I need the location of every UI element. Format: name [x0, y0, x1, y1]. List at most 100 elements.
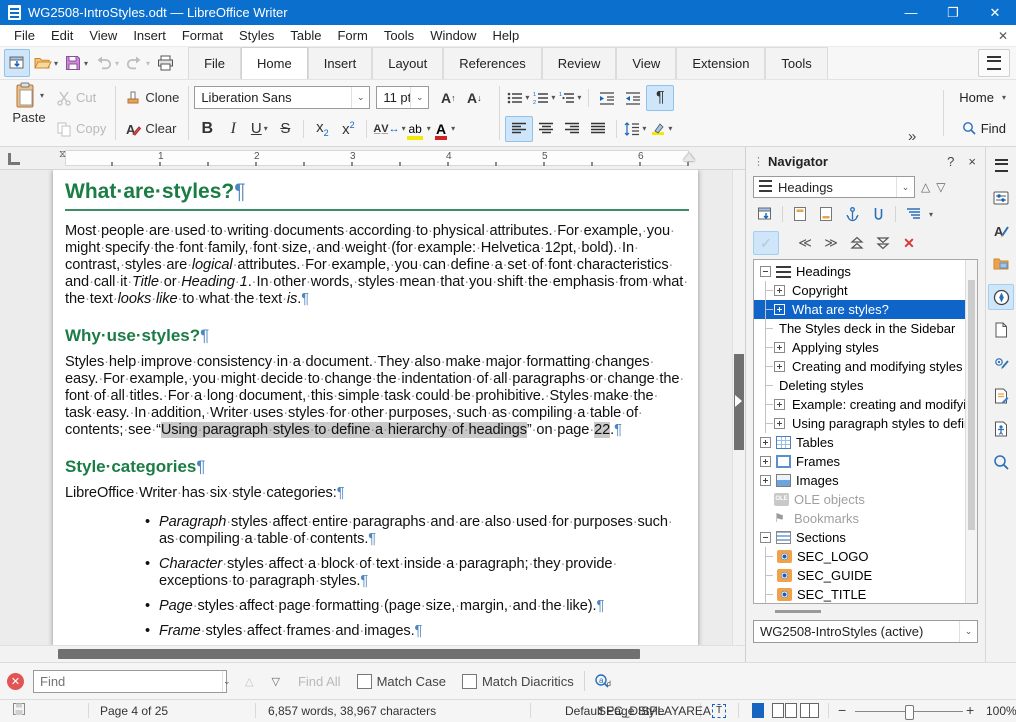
tree-scrollbar[interactable] — [965, 260, 977, 603]
tree-item-images[interactable]: Images — [754, 471, 965, 490]
tab-review[interactable]: Review — [542, 47, 617, 79]
match-diacritics-checkbox[interactable] — [462, 674, 477, 689]
sidebar-menu-icon[interactable] — [988, 152, 1014, 178]
tab-extension[interactable]: Extension — [676, 47, 765, 79]
header-icon[interactable] — [788, 203, 812, 225]
unordered-list-icon[interactable]: ▾ — [505, 86, 531, 110]
toggle-master-view-icon[interactable] — [753, 203, 777, 225]
gallery-icon[interactable] — [988, 251, 1014, 277]
horizontal-scrollbar-thumb[interactable] — [58, 649, 640, 659]
tree-item-sec-title[interactable]: SEC_TITLE — [754, 585, 965, 604]
open-icon[interactable]: ▾ — [30, 50, 61, 76]
expand-icon[interactable] — [774, 304, 785, 315]
highlight-color-icon[interactable]: ab▾ — [407, 117, 433, 141]
navigator-help-icon[interactable]: ? — [947, 154, 954, 169]
menu-format[interactable]: Format — [174, 26, 231, 45]
expand-icon[interactable] — [774, 418, 785, 429]
expand-icon[interactable] — [760, 456, 771, 467]
undo-icon[interactable]: ▾ — [91, 50, 122, 76]
tree-item-sec-guide[interactable]: SEC_GUIDE — [754, 566, 965, 585]
tree-item-example-creating-and-modifying-styles[interactable]: Example: creating and modifying styles — [754, 395, 965, 414]
menu-tools[interactable]: Tools — [376, 26, 422, 45]
document-modified-icon[interactable] — [12, 702, 26, 716]
paste-button[interactable]: ▾ Paste — [6, 82, 52, 144]
menu-form[interactable]: Form — [329, 26, 375, 45]
navigator-close-icon[interactable]: × — [968, 154, 976, 169]
find-text-field[interactable] — [34, 674, 222, 689]
find-and-replace-icon[interactable]: ad — [593, 672, 613, 690]
tab-view[interactable]: View — [616, 47, 676, 79]
move-heading-up-icon[interactable] — [845, 232, 869, 254]
vertical-scrollbar[interactable] — [732, 170, 745, 645]
multi-page-view-icon[interactable] — [772, 703, 797, 718]
menu-edit[interactable]: Edit — [43, 26, 81, 45]
manage-changes-icon[interactable] — [988, 383, 1014, 409]
menu-insert[interactable]: Insert — [125, 26, 174, 45]
align-left-icon[interactable] — [505, 116, 533, 142]
font-color-icon[interactable]: A▾ — [433, 117, 459, 141]
shrink-font-icon[interactable]: A↓ — [461, 86, 487, 110]
zoom-level-status[interactable]: 100% — [986, 704, 1016, 718]
navigate-by-combobox[interactable]: Headings⌄ — [753, 176, 915, 198]
vertical-scrollbar-thumb[interactable] — [734, 354, 744, 450]
tree-item-creating-and-modifying-styles[interactable]: Creating and modifying styles — [754, 357, 965, 376]
find-previous-icon[interactable]: △ — [245, 675, 253, 688]
font-name-combobox[interactable]: Liberation Sans⌄ — [194, 86, 370, 109]
formatting-marks-icon[interactable]: ¶ — [646, 85, 674, 111]
collapse-icon[interactable] — [760, 532, 771, 543]
sidebar-show-arrow-icon[interactable] — [735, 395, 742, 407]
menu-file[interactable]: File — [6, 26, 43, 45]
find-icon[interactable] — [988, 449, 1014, 475]
style-inspector-icon[interactable] — [988, 350, 1014, 376]
find-input[interactable]: ⌄ — [33, 670, 227, 693]
heading-levels-icon[interactable] — [901, 203, 925, 225]
clone-formatting-button[interactable]: Clone — [121, 88, 183, 108]
tab-insert[interactable]: Insert — [308, 47, 373, 79]
find-all-button[interactable]: Find All — [298, 674, 341, 689]
delete-heading-icon[interactable]: ✕ — [897, 232, 921, 254]
find-toolbar-toggle[interactable]: Find — [962, 121, 1006, 136]
document-area[interactable]: What·​are·​styles?¶Most·​people·​are·​us… — [0, 170, 745, 645]
font-size-combobox[interactable]: 11 pt⌄ — [376, 86, 429, 109]
expand-icon[interactable] — [774, 399, 785, 410]
align-right-icon[interactable] — [559, 117, 585, 141]
panel-grip-icon[interactable]: ⋮ — [753, 155, 763, 168]
redo-icon[interactable]: ▾ — [122, 50, 153, 76]
tree-item-headings[interactable]: Headings — [754, 262, 965, 281]
demote-level-icon[interactable]: ≫ — [819, 232, 843, 254]
tab-references[interactable]: References — [443, 47, 541, 79]
properties-icon[interactable] — [988, 185, 1014, 211]
expand-icon[interactable] — [774, 342, 785, 353]
toolbar-overflow-icon[interactable]: » — [908, 128, 916, 145]
tree-item-sections[interactable]: Sections — [754, 528, 965, 547]
document-selector-combobox[interactable]: WG2508-IntroStyles (active)⌄ — [753, 620, 978, 643]
bold-button[interactable]: B — [194, 117, 220, 141]
promote-level-icon[interactable]: ≪ — [793, 232, 817, 254]
tab-home[interactable]: Home — [241, 47, 308, 79]
expand-icon[interactable] — [760, 475, 771, 486]
tree-item-bookmarks[interactable]: ⚑Bookmarks — [754, 509, 965, 528]
match-case-checkbox[interactable] — [357, 674, 372, 689]
save-icon[interactable]: ▾ — [61, 50, 91, 76]
tree-item-applying-styles[interactable]: Applying styles — [754, 338, 965, 357]
decrease-indent-icon[interactable] — [620, 86, 646, 110]
set-reminder-icon[interactable] — [866, 203, 890, 225]
menubar-hamburger-icon[interactable] — [978, 49, 1010, 77]
close-document-icon[interactable]: ✕ — [998, 29, 1008, 43]
selection-mode-icon[interactable]: T — [712, 702, 726, 718]
expand-icon[interactable] — [760, 437, 771, 448]
menu-styles[interactable]: Styles — [231, 26, 282, 45]
collapse-icon[interactable] — [760, 266, 771, 277]
navigator-icon[interactable] — [988, 284, 1014, 310]
close-find-bar-icon[interactable]: ✕ — [7, 673, 24, 690]
page-icon[interactable] — [988, 317, 1014, 343]
tab-file[interactable]: File — [188, 47, 241, 79]
tree-item-tables[interactable]: Tables — [754, 433, 965, 452]
close-button[interactable]: ✕ — [974, 0, 1016, 25]
tree-item-sec-logo[interactable]: SEC_LOGO — [754, 547, 965, 566]
underline-button[interactable]: U▾ — [246, 117, 272, 141]
document-page[interactable]: What·​are·​styles?¶Most·​people·​are·​us… — [53, 170, 698, 645]
tree-item-frames[interactable]: Frames — [754, 452, 965, 471]
align-center-icon[interactable] — [533, 117, 559, 141]
ordered-list-icon[interactable]: 12▾ — [531, 86, 557, 110]
